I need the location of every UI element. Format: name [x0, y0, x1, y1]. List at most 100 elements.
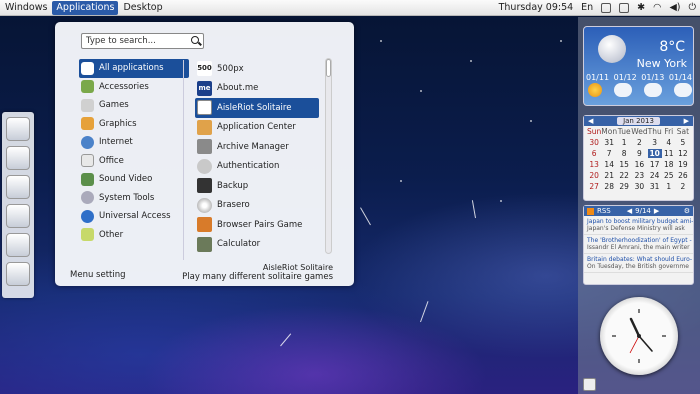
language-indicator[interactable]: En: [581, 2, 593, 13]
app-browser-pairs-game[interactable]: Browser Pairs Game: [195, 215, 319, 235]
category-list: All applications Accessories Games Graph…: [79, 59, 189, 244]
app-about-me[interactable]: me About.me: [195, 79, 319, 99]
calendar-day[interactable]: 20: [587, 171, 601, 180]
calendar-day[interactable]: 2: [631, 138, 647, 147]
calendar-day[interactable]: 3: [648, 138, 662, 147]
calendar-day[interactable]: 4: [662, 138, 676, 147]
calendar-day[interactable]: 2: [676, 182, 690, 191]
wifi-icon[interactable]: ◠: [653, 2, 661, 13]
battery-icon[interactable]: [619, 2, 630, 13]
calendar-day[interactable]: 21: [601, 171, 617, 180]
calendar-day[interactable]: 11: [662, 149, 676, 158]
calendar-day[interactable]: 25: [662, 171, 676, 180]
key-icon: [197, 158, 212, 174]
rss-settings-icon[interactable]: ⚙: [684, 207, 690, 215]
app-brasero[interactable]: Brasero: [195, 196, 319, 216]
chrome-launcher-icon[interactable]: [6, 117, 30, 141]
calendar-day[interactable]: 5: [676, 138, 690, 147]
calendar-day[interactable]: 8: [617, 149, 631, 158]
calendar-day[interactable]: 28: [601, 182, 617, 191]
rss-item[interactable]: Japan to boost military budget ami- Japan…: [584, 216, 693, 235]
rss-item[interactable]: Britain debates: What should Euro- On Tue…: [584, 254, 693, 273]
calendar-day[interactable]: 9: [631, 149, 647, 158]
terminal-launcher-icon[interactable]: [6, 262, 30, 286]
app-backup[interactable]: Backup: [195, 176, 319, 196]
calendar-day[interactable]: 23: [631, 171, 647, 180]
media-launcher-icon[interactable]: [6, 233, 30, 257]
calendar-day[interactable]: 26: [676, 171, 690, 180]
search-input[interactable]: Type to search...: [81, 33, 204, 49]
webcam-launcher-icon[interactable]: [6, 175, 30, 199]
category-system-tools[interactable]: System Tools: [79, 189, 189, 208]
calendar-day[interactable]: 29: [617, 182, 631, 191]
application-center-icon: [197, 119, 212, 135]
calendar-day[interactable]: 27: [587, 182, 601, 191]
hour-hand: [629, 317, 641, 338]
category-other[interactable]: Other: [79, 226, 189, 245]
calendar-day[interactable]: 31: [601, 138, 617, 147]
category-games[interactable]: Games: [79, 96, 189, 115]
weekday-label: Sun: [587, 127, 602, 136]
calendar-day[interactable]: 1: [662, 182, 676, 191]
accessories-icon: [81, 80, 94, 94]
calendar-day[interactable]: 14: [601, 160, 617, 169]
seed-decoration: [471, 200, 476, 219]
power-icon[interactable]: ⏻: [688, 2, 696, 13]
calendar-day[interactable]: 18: [662, 160, 676, 169]
calendar-day[interactable]: 10: [647, 149, 662, 158]
rss-next-icon[interactable]: ▶: [654, 207, 659, 215]
calendar-day[interactable]: 19: [676, 160, 690, 169]
rss-item[interactable]: The 'Brotherhoodization' of Egypt - Issan…: [584, 235, 693, 254]
applications-menu[interactable]: Applications: [52, 0, 119, 15]
bluetooth-icon[interactable]: ✱: [637, 2, 645, 13]
calendar-day[interactable]: 6: [587, 149, 601, 158]
games-icon: [81, 98, 94, 112]
menu-setting-link[interactable]: Menu setting: [70, 270, 126, 280]
app-calculator[interactable]: Calculator: [195, 235, 319, 255]
app-archive-manager[interactable]: Archive Manager: [195, 137, 319, 157]
calendar-day[interactable]: 24: [648, 171, 662, 180]
app-list-scrollbar[interactable]: [325, 58, 332, 254]
minute-hand: [638, 335, 653, 352]
calendar-day[interactable]: 1: [617, 138, 631, 147]
app-500px[interactable]: 500 500px: [195, 59, 319, 79]
about-me-icon: me: [197, 80, 212, 96]
rss-prev-icon[interactable]: ◀: [627, 207, 632, 215]
thunderbird-launcher-icon[interactable]: [6, 146, 30, 170]
calendar-day[interactable]: 30: [587, 138, 601, 147]
app-application-center[interactable]: Application Center: [195, 118, 319, 138]
category-graphics[interactable]: Graphics: [79, 115, 189, 134]
archive-icon: [197, 139, 212, 155]
screen-icon[interactable]: [601, 2, 612, 13]
category-universal-access[interactable]: Universal Access: [79, 207, 189, 226]
edit-widgets-icon[interactable]: [583, 378, 596, 391]
app-list: 500 500px me About.me AisleRiot Solitaire …: [195, 59, 319, 254]
next-month-icon[interactable]: ▶: [684, 117, 689, 125]
app-authentication[interactable]: Authentication: [195, 157, 319, 177]
category-all[interactable]: All applications: [79, 59, 189, 78]
desktop-menu[interactable]: Desktop: [119, 1, 166, 15]
app-aisleriot-solitaire[interactable]: AisleRiot Solitaire: [195, 98, 319, 118]
search-icon[interactable]: [191, 36, 199, 44]
scrollbar-thumb[interactable]: [326, 59, 331, 77]
calendar-day[interactable]: 7: [601, 149, 617, 158]
category-sound-video[interactable]: Sound Video: [79, 170, 189, 189]
weather-widget[interactable]: 8°C New York 01/11 01/12 01/13 01/14: [583, 26, 694, 106]
calendar-day[interactable]: 15: [617, 160, 631, 169]
volume-icon[interactable]: ◀): [669, 2, 680, 13]
clock[interactable]: Thursday 09:54: [499, 2, 574, 13]
category-internet[interactable]: Internet: [79, 133, 189, 152]
calendar-day[interactable]: 22: [617, 171, 631, 180]
left-dock: [2, 112, 34, 298]
calendar-day[interactable]: 16: [631, 160, 647, 169]
windows-menu[interactable]: Windows: [1, 1, 51, 15]
calendar-day[interactable]: 30: [631, 182, 647, 191]
category-accessories[interactable]: Accessories: [79, 78, 189, 97]
prev-month-icon[interactable]: ◀: [588, 117, 593, 125]
files-launcher-icon[interactable]: [6, 204, 30, 228]
calendar-day[interactable]: 13: [587, 160, 601, 169]
calendar-day[interactable]: 12: [676, 149, 690, 158]
category-office[interactable]: Office: [79, 152, 189, 171]
calendar-day[interactable]: 17: [648, 160, 662, 169]
calendar-day[interactable]: 31: [648, 182, 662, 191]
